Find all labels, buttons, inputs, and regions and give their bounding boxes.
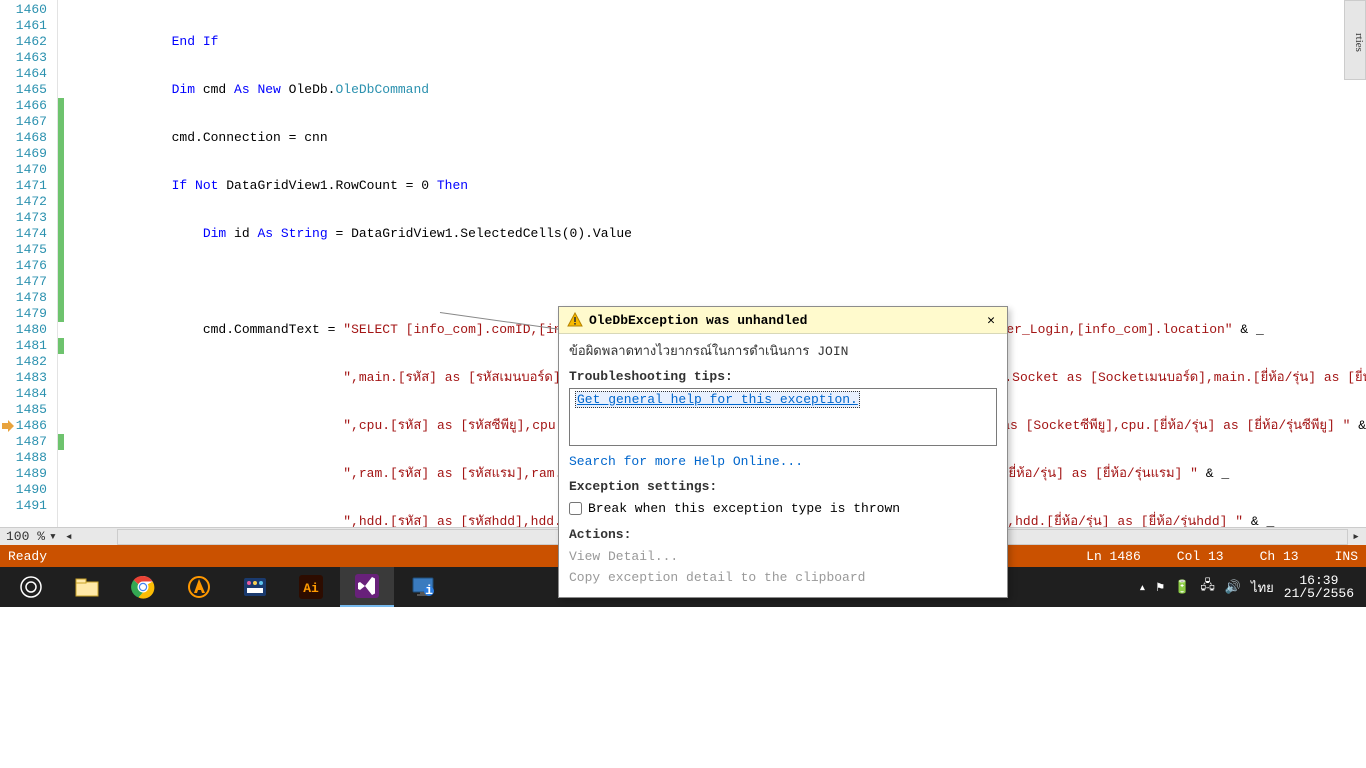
actions-heading: Actions:: [569, 527, 997, 542]
break-checkbox[interactable]: [569, 502, 582, 515]
properties-tab[interactable]: rties: [1344, 0, 1366, 80]
volume-icon[interactable]: 🔊: [1225, 580, 1241, 595]
aimp-task-icon[interactable]: [172, 567, 226, 607]
illustrator-task-icon[interactable]: Ai: [284, 567, 338, 607]
explorer-task-icon[interactable]: [60, 567, 114, 607]
current-line-arrow-icon: [2, 420, 14, 432]
zoom-dropdown-icon[interactable]: ▾: [49, 529, 57, 544]
general-help-link[interactable]: Get general help for this exception.: [575, 391, 860, 408]
system-tray[interactable]: ▴ ⚑ 🔋 🖧 🔊 ไทย 16:39 21/5/2556: [1139, 574, 1362, 600]
svg-text:i: i: [425, 583, 433, 598]
zoom-level[interactable]: 100 %: [6, 529, 45, 544]
line-gutter: 1460146114621463146414651466146714681469…: [0, 0, 58, 527]
exception-title: OleDbException was unhandled: [589, 313, 977, 328]
status-ready: Ready: [8, 549, 47, 564]
status-line: Ln 1486: [1086, 549, 1141, 564]
exception-settings-heading: Exception settings:: [569, 479, 997, 494]
exception-popup: OleDbException was unhandled ✕ ข้อผิดพลา…: [558, 306, 1008, 598]
copy-detail-link[interactable]: Copy exception detail to the clipboard: [569, 567, 997, 591]
monitor-task-icon[interactable]: i: [396, 567, 450, 607]
troubleshooting-heading: Troubleshooting tips:: [569, 369, 997, 384]
start-button[interactable]: [4, 567, 58, 607]
chrome-task-icon[interactable]: [116, 567, 170, 607]
tray-chevron-icon[interactable]: ▴: [1139, 580, 1147, 595]
warning-icon: [567, 312, 583, 328]
status-ins: INS: [1335, 549, 1358, 564]
language-indicator[interactable]: ไทย: [1251, 577, 1274, 598]
help-list[interactable]: Get general help for this exception.: [569, 388, 997, 446]
close-button[interactable]: ✕: [983, 313, 999, 328]
code-token: End If: [172, 34, 219, 49]
power-icon[interactable]: 🔋: [1174, 580, 1190, 595]
code-editor: 1460146114621463146414651466146714681469…: [0, 0, 1366, 527]
svg-text:Ai: Ai: [303, 581, 319, 596]
status-char: Ch 13: [1260, 549, 1299, 564]
flag-icon[interactable]: ⚑: [1156, 580, 1164, 595]
search-online-link[interactable]: Search for more Help Online...: [569, 454, 997, 469]
clock[interactable]: 16:39 21/5/2556: [1284, 574, 1354, 600]
status-col: Col 13: [1177, 549, 1224, 564]
view-detail-link[interactable]: View Detail...: [569, 546, 997, 567]
visual-studio-task-icon[interactable]: [340, 567, 394, 607]
editor-margin: [58, 0, 74, 527]
pot-task-icon[interactable]: [228, 567, 282, 607]
exception-message: ข้อผิดพลาดทางไวยากรณ์ในการดำเนินการ JOIN: [569, 340, 997, 361]
break-label: Break when this exception type is thrown: [588, 501, 900, 516]
network-icon[interactable]: 🖧: [1200, 576, 1215, 598]
